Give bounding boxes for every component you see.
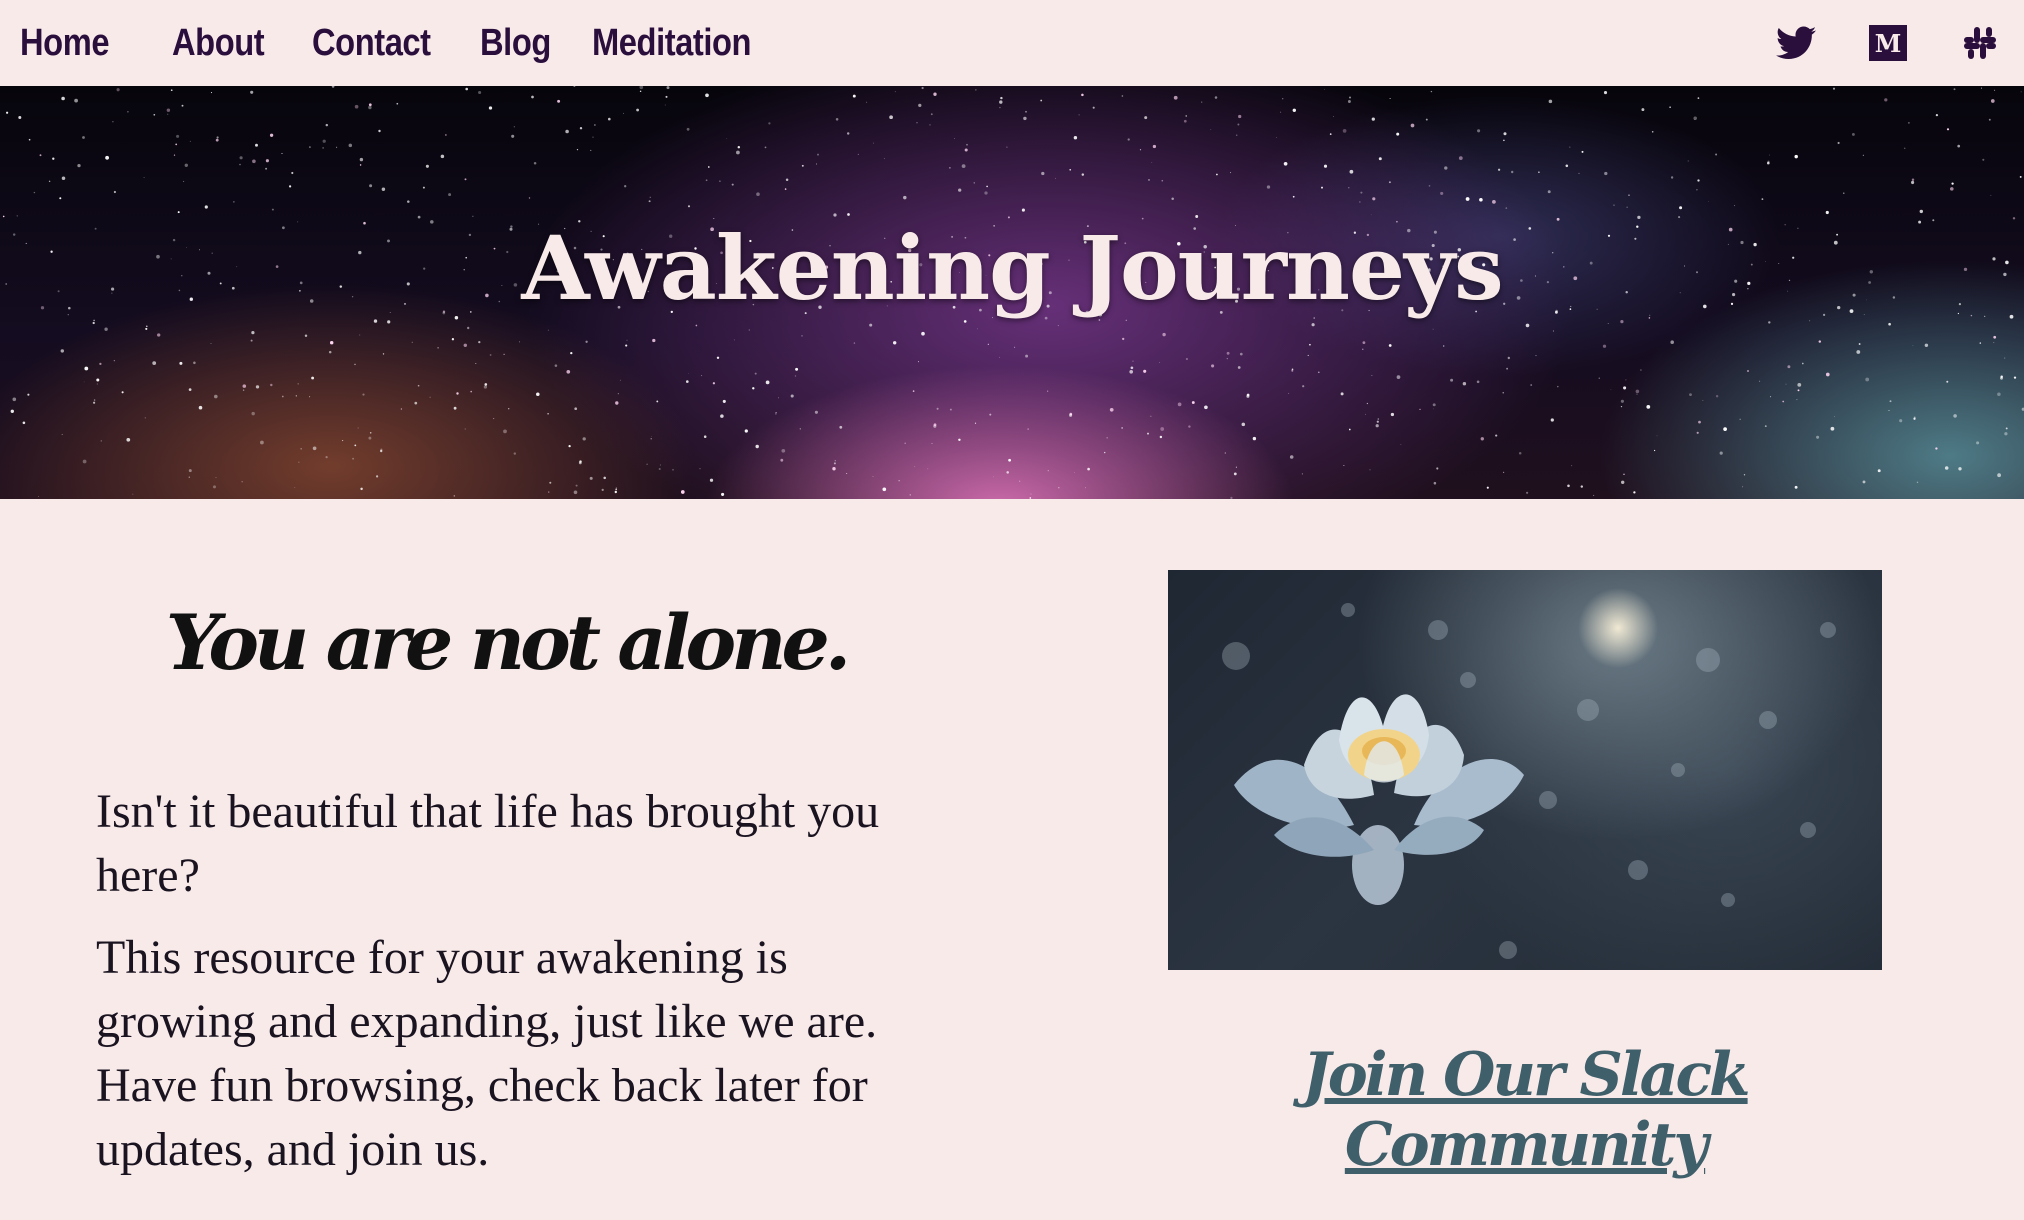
social-icons: M [1776,0,2000,86]
hero-banner: Awakening Journeys [0,86,2024,499]
lotus-illustration [1222,603,1836,959]
tagline-heading: You are not alone. [165,598,852,687]
intro-text: Isn't it beautiful that life has brought… [96,780,916,1200]
nav-link-home[interactable]: Home [20,22,116,65]
medium-icon-glyph: M [1875,29,1902,58]
site-title: Awakening Journeys [521,216,1503,320]
intro-paragraph: This resource for your awakening is grow… [96,931,878,1176]
nav-link-blog[interactable]: Blog [480,22,551,65]
nav-link-meditation[interactable]: Meditation [592,22,755,65]
nav-links: Home About Contact Blog Meditation [20,0,822,86]
top-navigation: Home About Contact Blog Meditation M [0,0,2024,86]
medium-icon[interactable]: M [1868,23,1908,63]
join-slack-link[interactable]: Join Our Slack Community [1168,1040,1882,1180]
lotus-flower-image [1168,570,1882,970]
slack-icon[interactable] [1960,23,2000,63]
intro-paragraph: Isn't it beautiful that life has brought… [96,785,880,902]
nav-link-contact[interactable]: Contact [312,22,431,65]
twitter-icon[interactable] [1776,23,1816,63]
nav-link-about[interactable]: About [172,22,265,65]
